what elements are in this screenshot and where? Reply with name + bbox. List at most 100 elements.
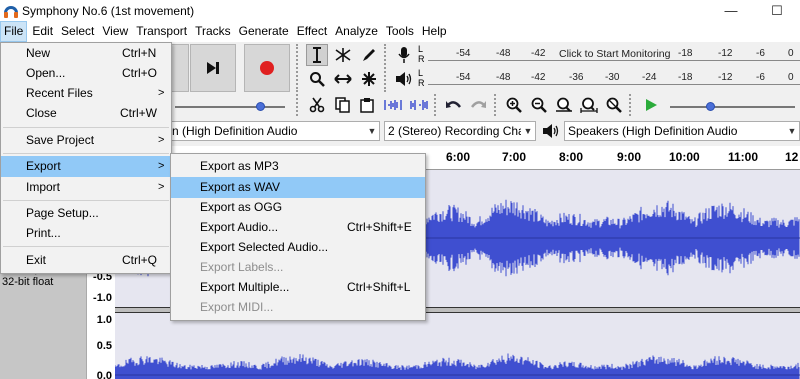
zoom-tool[interactable] bbox=[306, 68, 328, 90]
record-button[interactable] bbox=[244, 44, 290, 92]
menu-select[interactable]: Select bbox=[58, 21, 97, 42]
menu-item-label: Export MIDI... bbox=[200, 300, 274, 314]
export-audio[interactable]: Export Audio... Ctrl+Shift+E bbox=[171, 217, 425, 238]
copy-button[interactable] bbox=[332, 94, 354, 116]
file-menu-import[interactable]: Import > bbox=[1, 177, 171, 198]
draw-tool[interactable] bbox=[358, 44, 380, 66]
speaker-icon bbox=[543, 124, 559, 138]
menu-item-shortcut: Ctrl+N bbox=[122, 46, 157, 60]
menu-item-label: Export Selected Audio... bbox=[200, 240, 329, 254]
play-at-speed-button[interactable] bbox=[640, 94, 662, 116]
playback-meter[interactable]: -54 -48 -42 -36 -30 -24 -18 -12 -6 0 bbox=[428, 68, 800, 88]
menu-transport[interactable]: Transport bbox=[133, 21, 190, 42]
file-menu-recent-files[interactable]: Recent Files > bbox=[1, 83, 171, 104]
menu-edit[interactable]: Edit bbox=[29, 21, 56, 42]
file-menu-save-project[interactable]: Save Project > bbox=[1, 130, 171, 151]
silence-button[interactable] bbox=[408, 94, 430, 116]
time-shift-tool[interactable] bbox=[332, 68, 354, 90]
multi-tool-icon bbox=[362, 72, 376, 86]
export-selected-audio[interactable]: Export Selected Audio... bbox=[171, 237, 425, 258]
record-meter-button[interactable] bbox=[393, 44, 415, 66]
recording-device-value: n (High Definition Audio bbox=[172, 124, 298, 138]
toolbar-grip[interactable] bbox=[629, 94, 635, 116]
meter-tick: -30 bbox=[605, 72, 620, 83]
toolbar-grip[interactable] bbox=[434, 94, 440, 116]
volume-slider-track[interactable] bbox=[175, 106, 285, 108]
export-multiple[interactable]: Export Multiple... Ctrl+Shift+L bbox=[171, 277, 425, 298]
skip-to-end-button[interactable] bbox=[190, 44, 236, 92]
file-menu-page-setup[interactable]: Page Setup... bbox=[1, 203, 171, 224]
selection-tool[interactable] bbox=[306, 44, 328, 66]
cut-button[interactable] bbox=[306, 94, 328, 116]
timeshift-icon bbox=[334, 74, 352, 84]
recording-channels-select[interactable]: 2 (Stereo) Recording Chann ▼ bbox=[384, 121, 536, 141]
multi-tool[interactable] bbox=[358, 68, 380, 90]
fit-selection-button[interactable] bbox=[553, 94, 575, 116]
meter-tick: -12 bbox=[718, 72, 733, 83]
menu-analyze[interactable]: Analyze bbox=[332, 21, 381, 42]
undo-button[interactable] bbox=[443, 94, 465, 116]
timeline-tick: 7:00 bbox=[502, 150, 527, 164]
meter-l-label: L bbox=[418, 44, 424, 54]
fit-project-button[interactable] bbox=[578, 94, 600, 116]
export-as-ogg[interactable]: Export as OGG bbox=[171, 197, 425, 218]
file-menu-print[interactable]: Print... bbox=[1, 223, 171, 244]
volume-slider-knob[interactable] bbox=[256, 102, 265, 111]
ruler-label: -1.0 bbox=[93, 292, 112, 304]
zoom-out-button[interactable] bbox=[528, 94, 550, 116]
menu-tools[interactable]: Tools bbox=[383, 21, 417, 42]
export-as-wav[interactable]: Export as WAV bbox=[171, 177, 425, 198]
recording-device-select[interactable]: n (High Definition Audio ▼ bbox=[168, 121, 380, 141]
menu-effect[interactable]: Effect bbox=[294, 21, 330, 42]
menu-file[interactable]: File bbox=[0, 21, 28, 42]
file-menu: New Ctrl+N Open... Ctrl+O Recent Files >… bbox=[0, 42, 172, 274]
paste-button[interactable] bbox=[356, 94, 378, 116]
window-title: Symphony No.6 (1st movement) bbox=[22, 3, 195, 18]
meter-monitor-text[interactable]: Click to Start Monitoring bbox=[559, 48, 670, 60]
zoom-in-button[interactable] bbox=[503, 94, 525, 116]
minimize-button[interactable]: — bbox=[708, 0, 754, 21]
audacity-window: Symphony No.6 (1st movement) — ☐ File Ed… bbox=[0, 0, 800, 379]
menu-item-label: Export Multiple... bbox=[200, 280, 290, 294]
menu-tracks[interactable]: Tracks bbox=[192, 21, 234, 42]
meter-tick: -48 bbox=[496, 48, 511, 59]
toolbar-grip[interactable] bbox=[494, 94, 500, 116]
menu-help[interactable]: Help bbox=[419, 21, 450, 42]
playback-device-select[interactable]: Speakers (High Definition Audio ▼ bbox=[564, 121, 800, 141]
meter-tick: -42 bbox=[531, 48, 546, 59]
play-speed-slider-knob[interactable] bbox=[706, 102, 715, 111]
ruler-label: 1.0 bbox=[96, 314, 112, 326]
record-meter[interactable]: -54 -48 -42 Click to Start Monitoring -1… bbox=[428, 44, 800, 64]
zoom-toggle-button[interactable] bbox=[603, 94, 625, 116]
i-beam-icon bbox=[313, 47, 321, 63]
trim-icon bbox=[384, 100, 402, 110]
meter-tick: 0 bbox=[788, 48, 794, 59]
toolbar-grip[interactable] bbox=[384, 44, 390, 92]
maximize-button[interactable]: ☐ bbox=[754, 0, 800, 21]
undo-icon bbox=[446, 101, 461, 108]
play-meter-button[interactable] bbox=[393, 68, 415, 90]
meter-tick: 0 bbox=[788, 72, 794, 83]
menu-view[interactable]: View bbox=[99, 21, 131, 42]
file-menu-exit[interactable]: Exit Ctrl+Q bbox=[1, 250, 171, 271]
envelope-tool[interactable] bbox=[332, 44, 354, 66]
recording-channels-value: 2 (Stereo) Recording Chann bbox=[388, 124, 536, 138]
menu-item-label: Import bbox=[26, 180, 61, 194]
trim-button[interactable] bbox=[382, 94, 404, 116]
export-as-mp3[interactable]: Export as MP3 bbox=[171, 156, 425, 177]
play-speed-slider-track[interactable] bbox=[670, 106, 795, 108]
skip-to-end-icon bbox=[207, 62, 219, 74]
waveform-channel-right[interactable] bbox=[115, 313, 800, 379]
toolbar-grip[interactable] bbox=[296, 44, 302, 92]
meter-tick: -24 bbox=[642, 72, 657, 83]
menu-generate[interactable]: Generate bbox=[236, 21, 292, 42]
file-menu-export[interactable]: Export > bbox=[1, 156, 171, 177]
file-menu-new[interactable]: New Ctrl+N bbox=[1, 43, 171, 64]
timeline-tick: 12 bbox=[785, 150, 799, 164]
toolbar-grip[interactable] bbox=[296, 94, 302, 116]
chevron-down-icon: ▼ bbox=[521, 122, 535, 140]
file-menu-close[interactable]: Close Ctrl+W bbox=[1, 103, 171, 124]
redo-button[interactable] bbox=[467, 94, 489, 116]
menu-item-shortcut: Ctrl+Shift+E bbox=[347, 220, 412, 234]
file-menu-open[interactable]: Open... Ctrl+O bbox=[1, 63, 171, 84]
